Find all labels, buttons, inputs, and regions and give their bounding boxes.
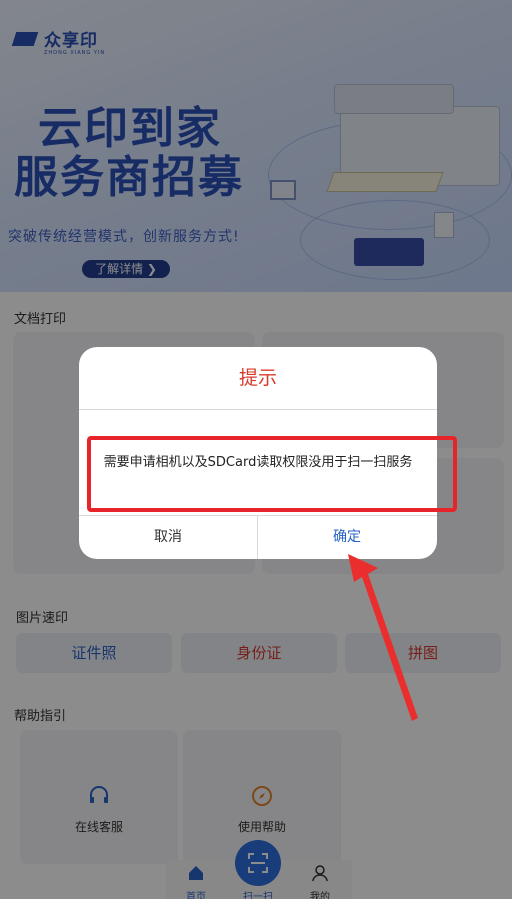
cancel-button[interactable]: 取消 <box>79 515 257 559</box>
divider <box>79 409 437 410</box>
message-highlight-box <box>87 436 457 512</box>
dialog-title: 提示 <box>238 367 277 389</box>
app-screen: 众享印 ZHONG XIANG YIN 云印到家 服务商招募 突破传统经营模式，… <box>0 0 512 899</box>
pointer-arrow-icon <box>348 554 418 721</box>
